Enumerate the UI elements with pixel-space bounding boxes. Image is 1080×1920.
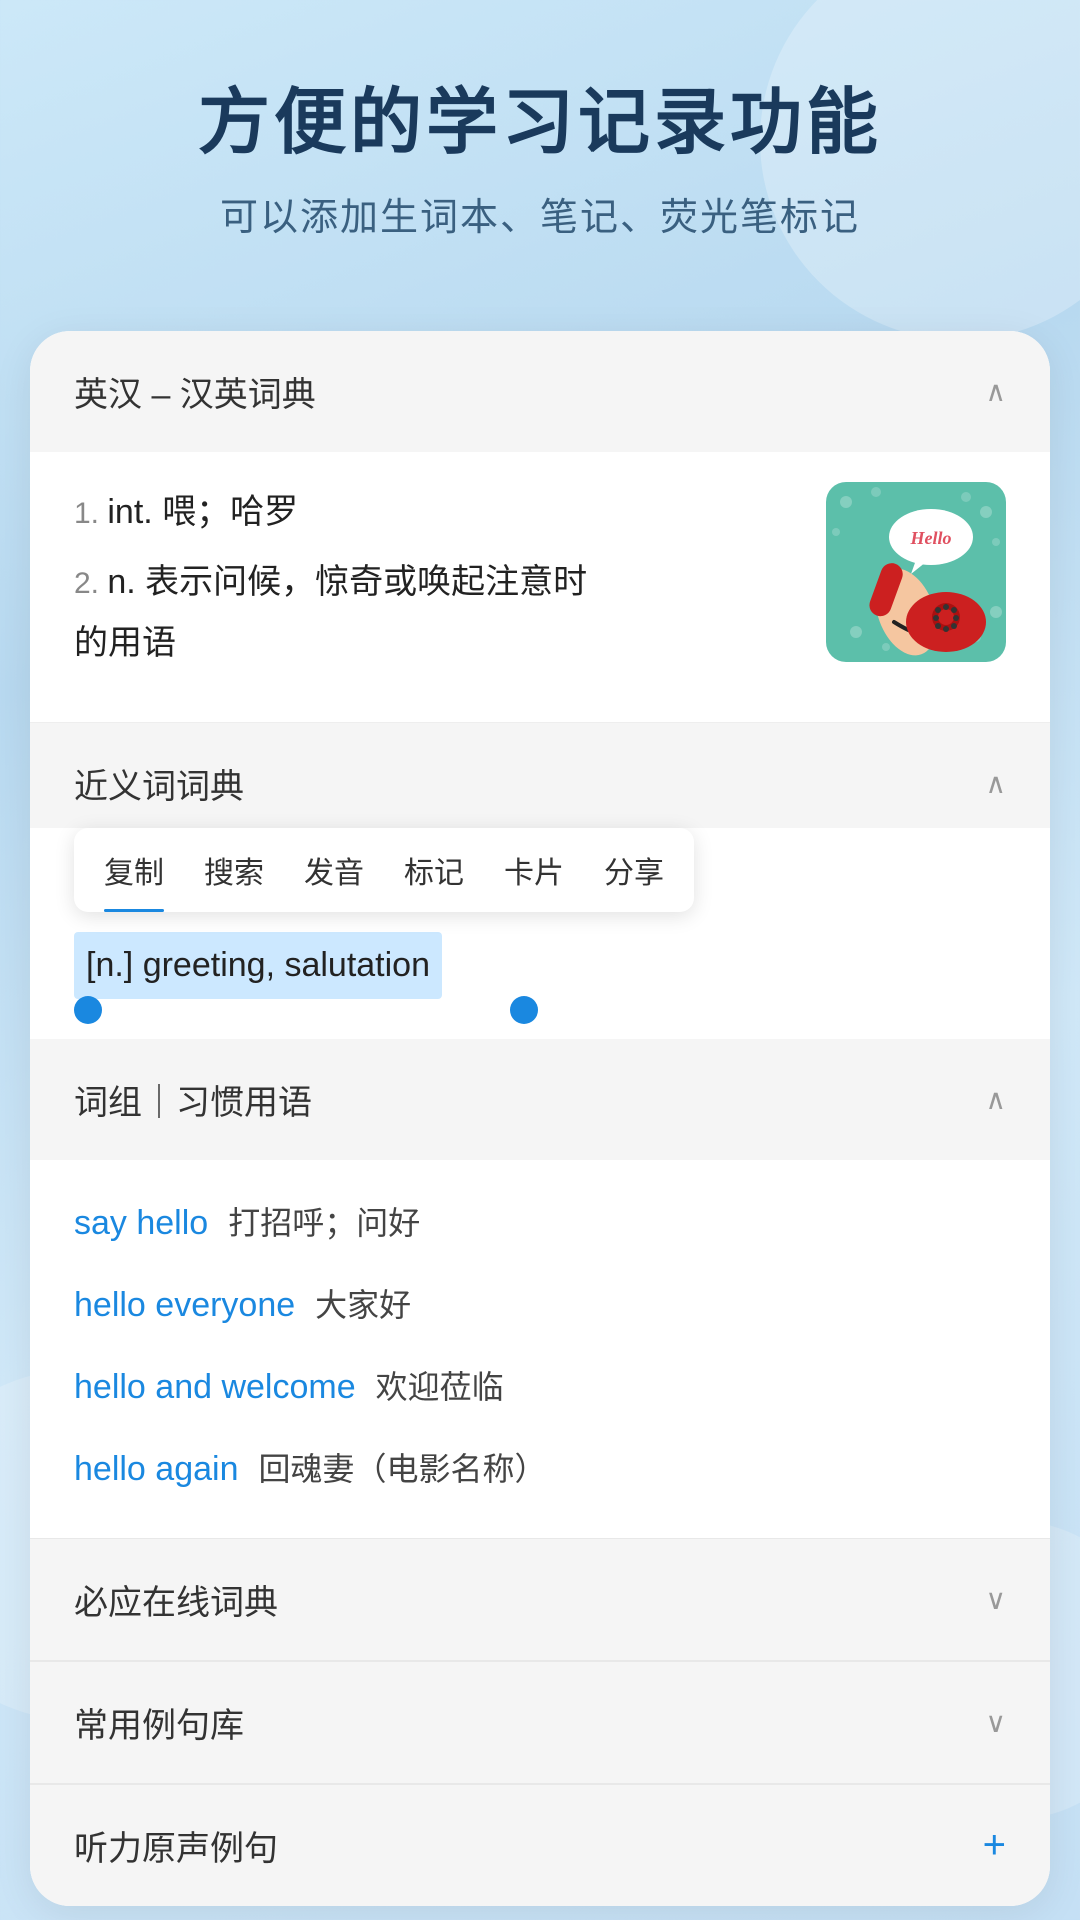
entry-type-1: int.	[107, 493, 162, 531]
synonym-section-header[interactable]: 近义词词典 ∧	[30, 723, 1050, 828]
hello-telephone-image: Hello	[826, 482, 1006, 662]
hello-illustration-svg: Hello	[826, 482, 1006, 662]
english-chinese-section-header[interactable]: 英汉 – 汉英词典 ∧	[30, 331, 1050, 452]
phrase-content: say hello 打招呼；问好 hello everyone 大家好 hell…	[30, 1160, 1050, 1538]
bing-dict-title: 必应在线词典	[74, 1575, 278, 1624]
phrase-chinese-4: 回魂妻（电影名称）	[258, 1444, 546, 1490]
phrase-chinese-3: 欢迎莅临	[376, 1362, 504, 1408]
context-menu-share[interactable]: 分享	[604, 848, 664, 892]
audio-examples-title: 听力原声例句	[74, 1821, 278, 1870]
phrase-section: 词组｜习惯用语 ∧	[30, 1039, 1050, 1160]
phrase-english-1[interactable]: say hello	[74, 1204, 208, 1243]
phrase-english-3[interactable]: hello and welcome	[74, 1368, 356, 1407]
context-menu-underline	[104, 909, 164, 912]
selected-text: [n.] greeting, salutation	[74, 932, 442, 999]
synonym-section: 近义词词典 ∧ 复制 搜索 发音 标记 卡片 分享 [n.] greeting,…	[30, 723, 1050, 1039]
audio-examples-section[interactable]: 听力原声例句 +	[30, 1784, 1050, 1906]
context-menu: 复制 搜索 发音 标记 卡片 分享	[74, 828, 694, 912]
entry-type-2: n.	[107, 563, 145, 601]
bing-chevron-down-icon: ∨	[986, 1583, 1007, 1616]
svg-text:Hello: Hello	[910, 528, 952, 548]
dict-entry-1: 1. int. 喂；哈罗	[74, 482, 806, 543]
phrase-english-2[interactable]: hello everyone	[74, 1286, 295, 1325]
phrase-item-4[interactable]: hello again 回魂妻（电影名称）	[74, 1426, 1006, 1508]
context-menu-card[interactable]: 卡片	[504, 848, 564, 892]
main-title: 方便的学习记录功能	[60, 80, 1020, 166]
phrase-chinese-1: 打招呼；问好	[228, 1198, 420, 1244]
plus-icon[interactable]: +	[983, 1823, 1006, 1868]
selection-handle-left	[74, 996, 102, 1024]
dict-entry-2: 2. n. 表示问候，惊奇或唤起注意时的用语	[74, 552, 806, 674]
synonym-chevron-up-icon: ∧	[986, 767, 1007, 800]
chevron-up-icon: ∧	[986, 375, 1007, 408]
selection-handle-right	[510, 996, 538, 1024]
context-menu-copy[interactable]: 复制	[104, 848, 164, 892]
english-chinese-title: 英汉 – 汉英词典	[74, 367, 316, 416]
context-menu-search[interactable]: 搜索	[204, 848, 264, 892]
phrase-item-2[interactable]: hello everyone 大家好	[74, 1262, 1006, 1344]
bing-dict-section[interactable]: 必应在线词典 ∨	[30, 1538, 1050, 1660]
context-menu-mark[interactable]: 标记	[404, 848, 464, 892]
entry-def-1: 喂；哈罗	[162, 493, 298, 531]
dict-content-area: 1. int. 喂；哈罗 2. n. 表示问候，惊奇或唤起注意时的用语	[30, 452, 1050, 723]
phrase-chinese-2: 大家好	[315, 1280, 411, 1326]
phrase-item-3[interactable]: hello and welcome 欢迎莅临	[74, 1344, 1006, 1426]
selected-text-area: [n.] greeting, salutation	[30, 912, 1050, 1039]
example-sentences-title: 常用例句库	[74, 1698, 244, 1747]
phrase-english-4[interactable]: hello again	[74, 1450, 238, 1489]
entry-def-2: 表示问候，惊奇或唤起注意时的用语	[74, 563, 587, 662]
phrase-item-1[interactable]: say hello 打招呼；问好	[74, 1180, 1006, 1262]
example-chevron-down-icon: ∨	[986, 1706, 1007, 1739]
synonym-title: 近义词词典	[74, 759, 244, 808]
dict-text-area: 1. int. 喂；哈罗 2. n. 表示问候，惊奇或唤起注意时的用语	[74, 482, 806, 682]
phrase-chevron-up-icon: ∧	[986, 1083, 1007, 1116]
phrase-section-header[interactable]: 词组｜习惯用语 ∧	[30, 1039, 1050, 1160]
entry-num-1: 1.	[74, 497, 107, 530]
header-section: 方便的学习记录功能 可以添加生词本、笔记、荧光笔标记	[0, 0, 1080, 301]
context-menu-pronounce[interactable]: 发音	[304, 848, 364, 892]
sub-title: 可以添加生词本、笔记、荧光笔标记	[60, 186, 1020, 241]
phrase-title: 词组｜习惯用语	[74, 1075, 312, 1124]
example-sentences-section[interactable]: 常用例句库 ∨	[30, 1661, 1050, 1783]
main-card: 英汉 – 汉英词典 ∧ 1. int. 喂；哈罗 2. n. 表示问候，惊奇或唤…	[30, 331, 1050, 1906]
entry-num-2: 2.	[74, 567, 107, 600]
